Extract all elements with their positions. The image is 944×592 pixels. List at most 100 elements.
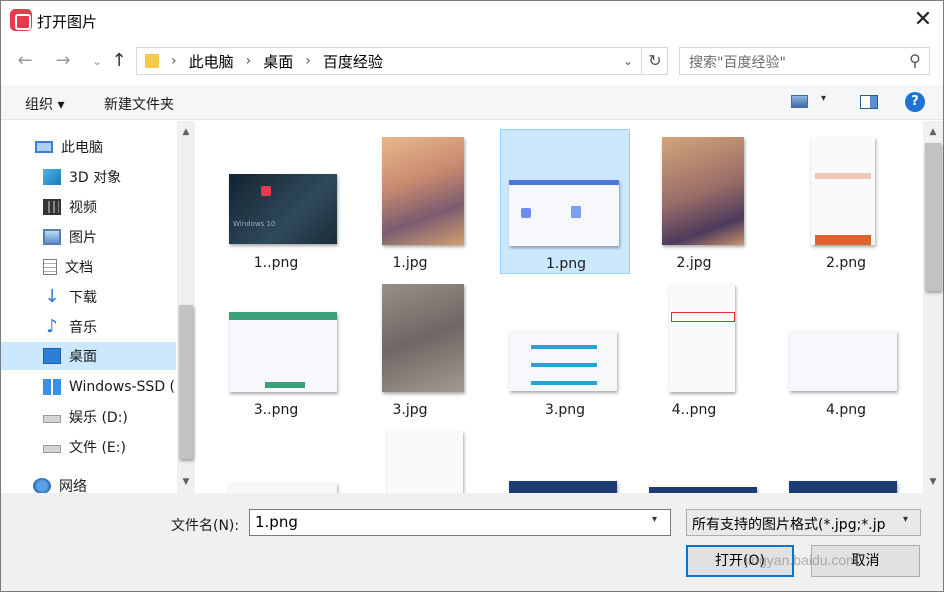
- file-thumbnail: [229, 483, 337, 493]
- nav-item-this-pc[interactable]: 此电脑: [35, 133, 175, 161]
- breadcrumb-separator: ›: [305, 53, 311, 69]
- file-name: 4..png: [671, 402, 717, 418]
- scroll-up-arrow-icon[interactable]: ▲: [177, 123, 195, 141]
- file-name: 3.jpg: [392, 402, 428, 418]
- file-name: 2.jpg: [676, 255, 712, 271]
- file-name: 1.png: [545, 256, 586, 272]
- nav-item-documents[interactable]: 文档: [43, 253, 175, 281]
- watermark: jingyan.baidu.com: [745, 552, 858, 568]
- file-tile[interactable]: 3.png: [500, 276, 630, 421]
- pc-icon: [35, 141, 53, 153]
- chevron-down-icon[interactable]: ▾: [903, 514, 908, 525]
- preview-pane-icon[interactable]: [860, 95, 878, 109]
- file-thumbnail: [789, 331, 897, 391]
- pictures-icon: [43, 229, 61, 245]
- up-button[interactable]: ↑: [107, 49, 131, 73]
- scroll-down-arrow-icon[interactable]: ▼: [923, 473, 943, 491]
- new-folder-button[interactable]: 新建文件夹: [104, 94, 174, 114]
- organize-menu[interactable]: 组织 ▾: [25, 94, 64, 114]
- file-tile[interactable]: 4..png: [629, 276, 759, 421]
- nav-pane-scrollbar[interactable]: ▲ ▼: [177, 121, 195, 493]
- app-logo-icon: [10, 9, 32, 31]
- view-options-dropdown[interactable]: ▾: [821, 93, 826, 104]
- drive-icon: [43, 415, 61, 423]
- dialog-title: 打开图片: [37, 13, 98, 31]
- change-view-icon[interactable]: [791, 95, 808, 108]
- scroll-up-arrow-icon[interactable]: ▲: [923, 123, 943, 141]
- windows-drive-icon: [43, 379, 61, 395]
- file-name: 3.png: [544, 402, 585, 418]
- file-tile[interactable]: [211, 423, 341, 493]
- nav-item-videos[interactable]: 视频: [43, 193, 175, 221]
- file-thumbnail: [662, 137, 744, 245]
- back-button[interactable]: ←: [13, 49, 37, 73]
- 3d-objects-icon: [43, 169, 61, 185]
- breadcrumb: › 此电脑 › 桌面 › 百度经验: [145, 51, 383, 71]
- file-tile[interactable]: 2.jpg: [629, 129, 759, 274]
- file-list-pane: Windows 10 1..png 1.jpg 1.png 2.jpg 2.pn…: [197, 121, 923, 493]
- file-name: 4.png: [825, 402, 866, 418]
- file-tile[interactable]: 4.png: [781, 276, 911, 421]
- file-thumbnail: [509, 481, 617, 493]
- file-tile[interactable]: [629, 423, 759, 493]
- file-tile[interactable]: [345, 423, 475, 493]
- file-tile[interactable]: 3..png: [211, 276, 341, 421]
- open-image-dialog: 打开图片 ✕ ← → ⌄ ↑ › 此电脑 › 桌面 › 百度经验 ⌄ ↻ 搜索"…: [0, 0, 944, 592]
- bottom-panel: 文件名(N): 1.png ▾ 所有支持的图片格式(*.jpg;*.jp ▾ 打…: [1, 493, 943, 591]
- nav-item-label: 娱乐 (D:): [69, 410, 128, 426]
- nav-item-downloads[interactable]: ↓ 下载: [43, 283, 175, 311]
- nav-item-label: 视频: [69, 200, 97, 216]
- address-dropdown-button[interactable]: ⌄: [619, 52, 637, 70]
- breadcrumb-this-pc[interactable]: 此电脑: [189, 51, 234, 72]
- breadcrumb-separator: ›: [245, 53, 252, 69]
- scrollbar-thumb[interactable]: [925, 143, 941, 291]
- scroll-down-arrow-icon[interactable]: ▼: [177, 473, 195, 491]
- nav-item-windows-ssd[interactable]: Windows-SSD (: [43, 373, 177, 401]
- search-icon[interactable]: ⚲: [906, 52, 924, 70]
- nav-item-drive-e[interactable]: 文件 (E:): [43, 433, 175, 461]
- file-thumbnail: Windows 10: [229, 174, 337, 244]
- file-thumbnail: [669, 284, 735, 392]
- help-icon[interactable]: ?: [905, 92, 925, 112]
- nav-item-music[interactable]: ♪ 音乐: [43, 313, 175, 341]
- file-tile[interactable]: [500, 423, 630, 493]
- nav-item-3d-objects[interactable]: 3D 对象: [43, 163, 175, 191]
- nav-item-label: Windows-SSD (: [69, 379, 176, 395]
- filename-dropdown-icon[interactable]: ▾: [652, 514, 657, 525]
- file-tile[interactable]: 1.jpg: [345, 129, 475, 274]
- nav-item-desktop[interactable]: 桌面: [1, 342, 176, 370]
- file-thumbnail: [811, 137, 875, 245]
- file-tile-selected[interactable]: 1.png: [500, 129, 630, 274]
- forward-button[interactable]: →: [51, 49, 75, 73]
- title-bar: 打开图片 ✕: [1, 1, 943, 39]
- file-type-filter-select[interactable]: 所有支持的图片格式(*.jpg;*.jp: [686, 509, 921, 536]
- file-thumbnail: [382, 284, 464, 392]
- filename-label: 文件名(N):: [171, 518, 240, 534]
- scrollbar-thumb[interactable]: [179, 305, 193, 459]
- breadcrumb-desktop[interactable]: 桌面: [263, 51, 293, 72]
- file-tile[interactable]: Windows 10 1..png: [211, 129, 341, 274]
- filename-input[interactable]: 1.png: [249, 509, 671, 536]
- file-tile[interactable]: [781, 423, 911, 493]
- address-bar[interactable]: › 此电脑 › 桌面 › 百度经验 ⌄: [136, 47, 668, 75]
- refresh-button[interactable]: ↻: [641, 47, 668, 75]
- nav-item-label: 此电脑: [61, 140, 103, 156]
- navigation-pane: 此电脑 3D 对象 视频 图片 文档 ↓ 下载 ♪ 音乐 桌面 Windows-…: [1, 121, 196, 495]
- nav-item-label: 音乐: [69, 320, 97, 336]
- command-toolbar: 组织 ▾ 新建文件夹 ▾ ?: [1, 85, 943, 120]
- breadcrumb-separator: ›: [171, 53, 177, 69]
- file-pane-scrollbar[interactable]: ▲ ▼: [923, 121, 943, 493]
- search-input[interactable]: 搜索"百度经验" ⚲: [679, 47, 930, 75]
- drive-icon: [43, 445, 61, 453]
- file-tile[interactable]: 3.jpg: [345, 276, 475, 421]
- nav-item-pictures[interactable]: 图片: [43, 223, 175, 251]
- recent-locations-button[interactable]: ⌄: [85, 49, 109, 73]
- file-tile[interactable]: 2.png: [781, 129, 911, 274]
- nav-item-drive-d[interactable]: 娱乐 (D:): [43, 403, 175, 431]
- music-icon: ♪: [46, 316, 58, 337]
- nav-item-label: 桌面: [69, 349, 97, 365]
- breadcrumb-baidu-jingyan[interactable]: 百度经验: [323, 51, 383, 72]
- file-thumbnail: [789, 481, 897, 493]
- close-button[interactable]: ✕: [907, 5, 939, 35]
- file-thumbnail: [382, 137, 464, 245]
